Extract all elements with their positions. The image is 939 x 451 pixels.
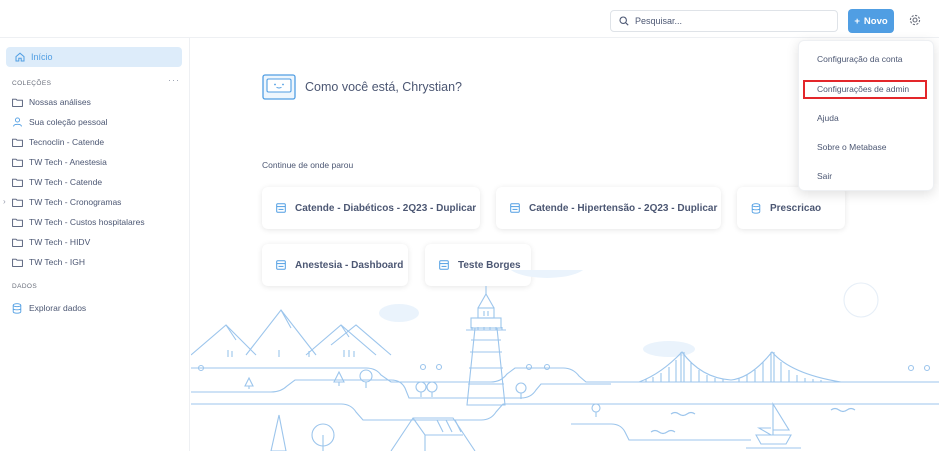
database-icon xyxy=(12,302,23,314)
sidebar-item-label: Tecnoclin - Catende xyxy=(29,137,105,147)
menu-item-admin-settings[interactable]: Configurações de admin xyxy=(817,84,909,94)
recent-item-label: Teste Borges xyxy=(458,259,521,271)
landscape-illustration xyxy=(190,250,939,451)
recent-item-catende-hipertensao[interactable]: Catende - Hipertensão - 2Q23 - Duplicar xyxy=(496,187,721,229)
folder-icon xyxy=(12,177,23,187)
dashboard-icon xyxy=(510,202,520,214)
recent-item-label: Prescricao xyxy=(770,202,822,214)
sidebar-item-tecnoclin-catende[interactable]: Tecnoclin - Catende xyxy=(12,134,104,150)
folder-icon xyxy=(12,237,23,247)
folder-icon xyxy=(12,197,23,207)
menu-item-about-metabase[interactable]: Sobre o Metabase xyxy=(817,142,886,152)
sidebar-item-home[interactable]: Início xyxy=(6,47,182,67)
sidebar-item-label: TW Tech - Custos hospitalares xyxy=(29,217,145,227)
sidebar-item-label: TW Tech - Anestesia xyxy=(29,157,107,167)
menu-item-help[interactable]: Ajuda xyxy=(817,113,839,123)
folder-icon xyxy=(12,257,23,267)
new-button-label: Novo xyxy=(863,15,888,27)
sidebar-item-label: TW Tech - Catende xyxy=(29,177,103,187)
sidebar-item-explorar-dados[interactable]: Explorar dados xyxy=(12,300,86,316)
sidebar-item-label: TW Tech - HIDV xyxy=(29,237,91,247)
folder-icon xyxy=(12,137,23,147)
sidebar-item-tw-tech-hidv[interactable]: TW Tech - HIDV xyxy=(12,234,90,250)
sidebar: Início COLEÇÕES ··· Nossas análises Sua … xyxy=(0,38,190,451)
greeting-heading: Como você está, Chrystian? xyxy=(305,80,463,94)
sidebar-item-tw-tech-catende[interactable]: TW Tech - Catende xyxy=(12,174,102,190)
search-placeholder: Pesquisar... xyxy=(635,16,683,26)
sidebar-item-label: Sua coleção pessoal xyxy=(29,117,108,127)
recent-item-label: Catende - Diabéticos - 2Q23 - Duplicar xyxy=(295,202,477,214)
settings-dropdown-menu: Configuração da conta Configurações de a… xyxy=(798,40,934,191)
sidebar-item-nossas-analises[interactable]: Nossas análises xyxy=(12,94,91,110)
recent-item-prescricao[interactable]: Prescricao xyxy=(737,187,845,229)
home-icon xyxy=(15,52,25,62)
dashboard-icon xyxy=(439,259,449,271)
search-icon xyxy=(619,16,629,26)
search-input[interactable]: Pesquisar... xyxy=(610,10,838,32)
database-icon xyxy=(751,202,761,214)
chevron-right-icon[interactable]: › xyxy=(3,197,6,206)
dashboard-icon xyxy=(276,202,286,214)
collections-options-icon[interactable]: ··· xyxy=(168,75,180,85)
dashboard-icon xyxy=(276,259,286,271)
sidebar-item-label: TW Tech - Cronogramas xyxy=(29,197,122,207)
folder-icon xyxy=(12,217,23,227)
sidebar-item-tw-tech-cronogramas[interactable]: TW Tech - Cronogramas xyxy=(12,194,121,210)
sidebar-item-label: Nossas análises xyxy=(29,97,91,107)
sidebar-item-tw-tech-igh[interactable]: TW Tech - IGH xyxy=(12,254,85,270)
data-section-title: DADOS xyxy=(12,283,38,290)
sidebar-item-sua-colecao-pessoal[interactable]: Sua coleção pessoal xyxy=(12,114,107,130)
sidebar-item-tw-tech-anestesia[interactable]: TW Tech - Anestesia xyxy=(12,154,107,170)
sidebar-item-label: Início xyxy=(31,52,53,62)
top-navigation-bar: Pesquisar... + Novo xyxy=(0,0,939,38)
sidebar-item-label: TW Tech - IGH xyxy=(29,257,86,267)
folder-icon xyxy=(12,97,23,107)
recent-item-label: Catende - Hipertensão - 2Q23 - Duplicar xyxy=(529,202,718,214)
folder-icon xyxy=(12,157,23,167)
collections-section-title: COLEÇÕES xyxy=(12,80,52,87)
sidebar-item-tw-tech-custos-hospitalares[interactable]: TW Tech - Custos hospitalares xyxy=(12,214,145,230)
sidebar-item-label: Explorar dados xyxy=(29,303,87,313)
person-icon xyxy=(12,117,23,127)
menu-item-account-settings[interactable]: Configuração da conta xyxy=(817,54,903,64)
plus-icon: + xyxy=(854,15,860,27)
new-button[interactable]: + Novo xyxy=(848,9,894,33)
robot-face-icon xyxy=(262,74,296,100)
recent-item-catende-diabeticos[interactable]: Catende - Diabéticos - 2Q23 - Duplicar xyxy=(262,187,480,229)
recent-item-label: Anestesia - Dashboard xyxy=(295,259,404,271)
menu-item-sign-out[interactable]: Sair xyxy=(817,171,832,181)
gear-icon[interactable] xyxy=(908,13,922,27)
continue-section-title: Continue de onde parou xyxy=(262,160,354,170)
